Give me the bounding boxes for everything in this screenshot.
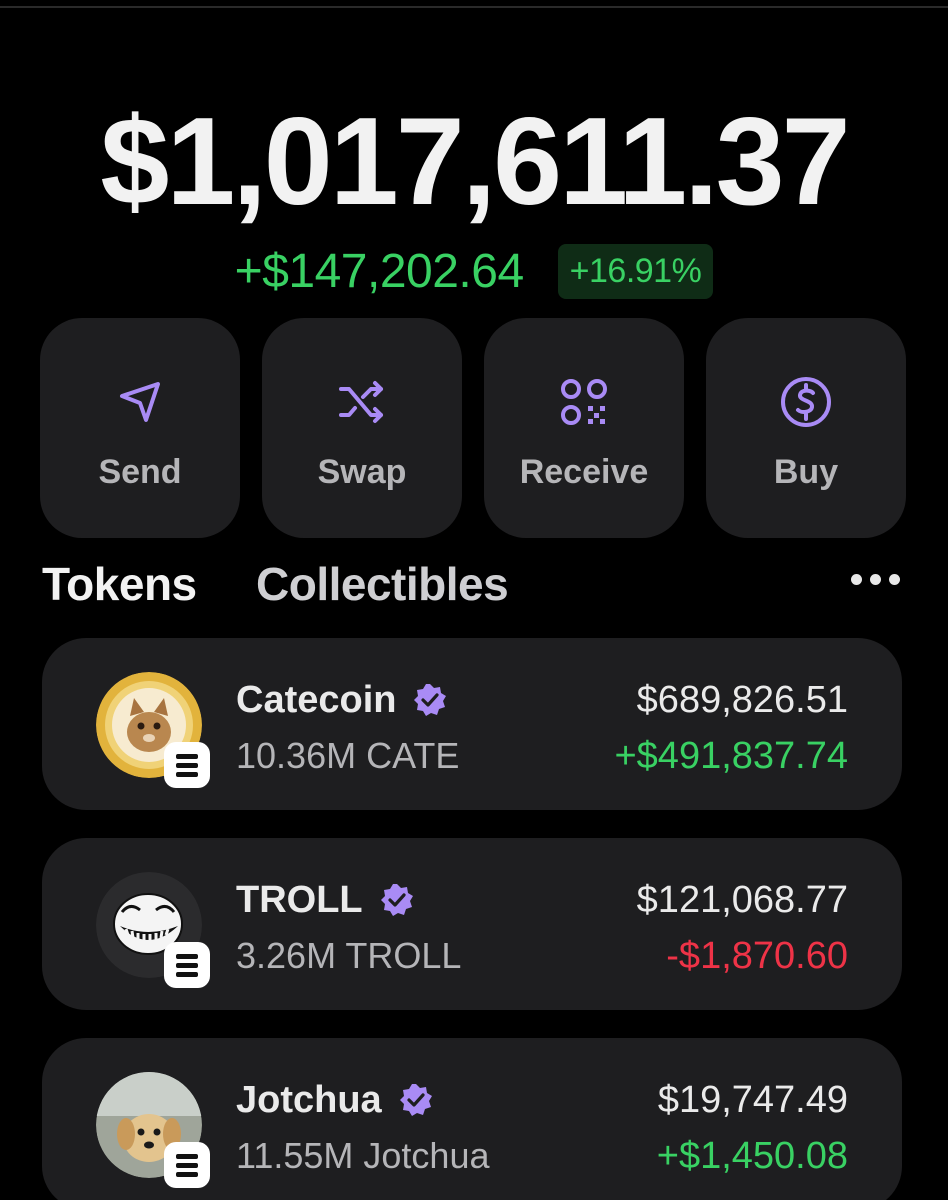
buy-label: Buy bbox=[773, 453, 839, 491]
token-quantity: 3.26M TROLL bbox=[236, 935, 462, 976]
token-row-jotchua[interactable]: Jotchua 11.55M Jotchua $19,747.49 +$1,45… bbox=[42, 1038, 902, 1200]
balance-change-percent-badge: +16.91% bbox=[557, 244, 714, 299]
total-balance: $1,017,611.37 bbox=[100, 93, 850, 231]
solana-chain-badge-icon bbox=[164, 1142, 210, 1188]
verified-badge-icon bbox=[412, 682, 448, 718]
verified-badge-icon bbox=[379, 882, 415, 918]
token-quantity: 11.55M Jotchua bbox=[236, 1135, 490, 1176]
quick-actions: Send Swap Receive Buy bbox=[40, 318, 906, 538]
asset-tabs: Tokens Collectibles bbox=[42, 556, 906, 616]
send-icon bbox=[111, 373, 169, 431]
token-name-wrap: TROLL bbox=[236, 878, 415, 922]
send-label: Send bbox=[98, 453, 182, 491]
token-value: $19,747.49 bbox=[657, 1079, 848, 1121]
top-divider bbox=[0, 6, 948, 8]
token-quantity: 10.36M CATE bbox=[236, 735, 460, 776]
dollar-circle-icon bbox=[777, 373, 835, 431]
send-button[interactable]: Send bbox=[40, 318, 240, 538]
balance-change-row: +$147,202.64 +16.91% bbox=[0, 244, 948, 299]
receive-button[interactable]: Receive bbox=[484, 318, 684, 538]
tab-tokens[interactable]: Tokens bbox=[42, 556, 197, 612]
solana-chain-badge-icon bbox=[164, 942, 210, 988]
balance-change-amount: +$147,202.64 bbox=[234, 245, 524, 298]
verified-badge-icon bbox=[398, 1082, 434, 1118]
token-value: $121,068.77 bbox=[636, 879, 848, 921]
receive-label: Receive bbox=[519, 453, 649, 491]
token-row-catecoin[interactable]: Catecoin 10.36M CATE $689,826.51 +$491,8… bbox=[42, 638, 902, 810]
token-name: Jotchua bbox=[236, 1079, 382, 1121]
token-row-troll[interactable]: TROLL 3.26M TROLL $121,068.77 -$1,870.60 bbox=[42, 838, 902, 1010]
buy-button[interactable]: Buy bbox=[706, 318, 906, 538]
token-name-wrap: Catecoin bbox=[236, 678, 448, 722]
token-name: TROLL bbox=[236, 879, 363, 921]
token-change: -$1,870.60 bbox=[666, 935, 848, 977]
token-name: Catecoin bbox=[236, 679, 397, 721]
solana-chain-badge-icon bbox=[164, 742, 210, 788]
token-value: $689,826.51 bbox=[636, 679, 848, 721]
swap-button[interactable]: Swap bbox=[262, 318, 462, 538]
swap-label: Swap bbox=[317, 453, 407, 491]
token-name-wrap: Jotchua bbox=[236, 1078, 434, 1122]
token-change: +$1,450.08 bbox=[656, 1135, 848, 1177]
more-horizontal-icon[interactable] bbox=[851, 574, 900, 585]
qr-code-icon bbox=[555, 373, 613, 431]
token-change: +$491,837.74 bbox=[614, 735, 848, 777]
tab-collectibles[interactable]: Collectibles bbox=[256, 556, 509, 612]
swap-icon bbox=[333, 373, 391, 431]
wallet-screen: $1,017,611.37 +$147,202.64 +16.91% Send bbox=[0, 0, 948, 1200]
